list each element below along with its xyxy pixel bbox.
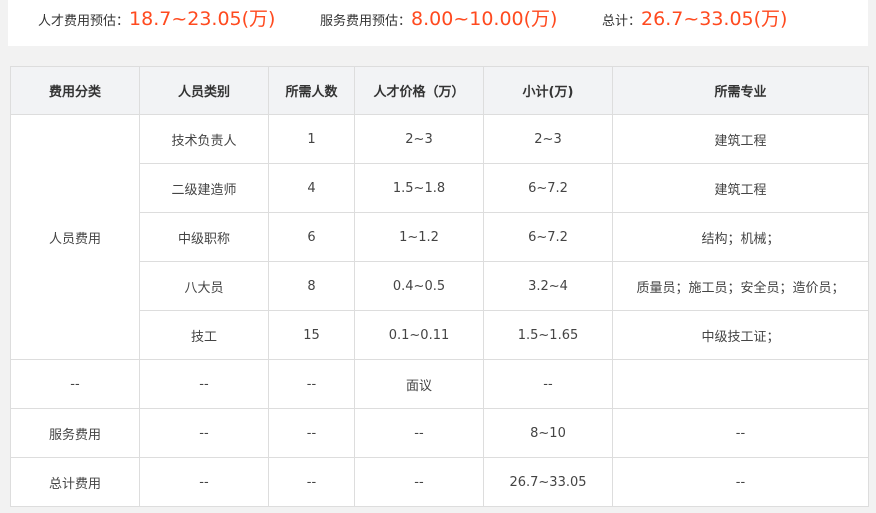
table-row: 技工 15 0.1~0.11 1.5~1.65 中级技工证； [11, 310, 869, 360]
cell-subtotal: 2~3 [483, 114, 613, 164]
cell-staff-type: -- [139, 457, 269, 507]
cell-subtotal: 6~7.2 [483, 163, 613, 213]
service-fee-label: 服务费用预估： [320, 14, 412, 29]
cell-required-major: 建筑工程 [612, 114, 869, 164]
cell-fee-category: -- [10, 359, 140, 409]
cell-staff-type: 二级建造师 [139, 163, 269, 213]
cell-required-major: 结构；机械； [612, 212, 869, 262]
table-header-row: 费用分类 人员类别 所需人数 人才价格（万） 小计(万) 所需专业 [10, 66, 869, 115]
cell-subtotal: 8~10 [483, 408, 613, 458]
cell-headcount: -- [268, 359, 355, 409]
cell-headcount: 8 [268, 261, 355, 311]
group-personnel-fee: 人员费用 [10, 114, 140, 360]
cell-talent-price: 1.5~1.8 [354, 163, 484, 213]
cell-staff-type: -- [139, 359, 269, 409]
cell-headcount: -- [268, 457, 355, 507]
cell-talent-price: 1~1.2 [354, 212, 484, 262]
table-row: 八大员 8 0.4~0.5 3.2~4 质量员；施工员；安全员；造价员； [11, 261, 869, 311]
cell-required-major: -- [612, 408, 869, 458]
cell-talent-price: -- [354, 457, 484, 507]
cell-talent-price: -- [354, 408, 484, 458]
table-row-negotiable: -- -- -- 面议 -- [10, 359, 869, 409]
table-row: 人员费用 技术负责人 1 2~3 2~3 建筑工程 [10, 114, 869, 360]
cell-staff-type: -- [139, 408, 269, 458]
fee-summary-bar: 人才费用预估：18.7~23.05(万) 服务费用预估：8.00~10.00(万… [8, 0, 868, 46]
cell-fee-category: 服务费用 [10, 408, 140, 458]
total-fee-estimate: 总计：26.7~33.05(万) [602, 4, 787, 31]
header-subtotal: 小计(万) [483, 66, 613, 115]
total-fee-value: 26.7~33.05(万) [641, 8, 788, 30]
fee-table: 费用分类 人员类别 所需人数 人才价格（万） 小计(万) 所需专业 人员费用 技… [10, 66, 869, 507]
cell-staff-type: 技术负责人 [139, 114, 269, 164]
cell-required-major: -- [612, 457, 869, 507]
table-row: 中级职称 6 1~1.2 6~7.2 结构；机械； [11, 212, 869, 262]
cell-required-major: 中级技工证； [612, 310, 869, 360]
talent-fee-value: 18.7~23.05(万) [129, 8, 276, 30]
header-staff-type: 人员类别 [139, 66, 269, 115]
cell-required-major [612, 359, 869, 409]
table-row: 二级建造师 4 1.5~1.8 6~7.2 建筑工程 [11, 163, 869, 213]
total-fee-label: 总计： [602, 14, 642, 29]
cell-headcount: 1 [268, 114, 355, 164]
cell-talent-price: 2~3 [354, 114, 484, 164]
cell-subtotal: 1.5~1.65 [483, 310, 613, 360]
cell-subtotal: -- [483, 359, 613, 409]
cell-headcount: -- [268, 408, 355, 458]
cell-required-major: 建筑工程 [612, 163, 869, 213]
talent-fee-label: 人才费用预估： [38, 14, 130, 29]
cell-subtotal: 26.7~33.05 [483, 457, 613, 507]
cell-staff-type: 技工 [139, 310, 269, 360]
cell-subtotal: 6~7.2 [483, 212, 613, 262]
table-row-total-fee: 总计费用 -- -- -- 26.7~33.05 -- [10, 457, 869, 507]
cell-staff-type: 八大员 [139, 261, 269, 311]
header-required-major: 所需专业 [612, 66, 869, 115]
talent-fee-estimate: 人才费用预估：18.7~23.05(万) [38, 4, 275, 31]
cell-talent-price: 面议 [354, 359, 484, 409]
service-fee-estimate: 服务费用预估：8.00~10.00(万) [320, 4, 557, 31]
cell-headcount: 6 [268, 212, 355, 262]
service-fee-value: 8.00~10.00(万) [411, 8, 558, 30]
cell-talent-price: 0.1~0.11 [354, 310, 484, 360]
table-row-service-fee: 服务费用 -- -- -- 8~10 -- [10, 408, 869, 458]
header-headcount: 所需人数 [268, 66, 355, 115]
cell-headcount: 4 [268, 163, 355, 213]
header-talent-price: 人才价格（万） [354, 66, 484, 115]
cell-fee-category: 总计费用 [10, 457, 140, 507]
cell-subtotal: 3.2~4 [483, 261, 613, 311]
cell-headcount: 15 [268, 310, 355, 360]
cell-talent-price: 0.4~0.5 [354, 261, 484, 311]
header-fee-category: 费用分类 [10, 66, 140, 115]
cell-staff-type: 中级职称 [139, 212, 269, 262]
cell-required-major: 质量员；施工员；安全员；造价员； [612, 261, 869, 311]
